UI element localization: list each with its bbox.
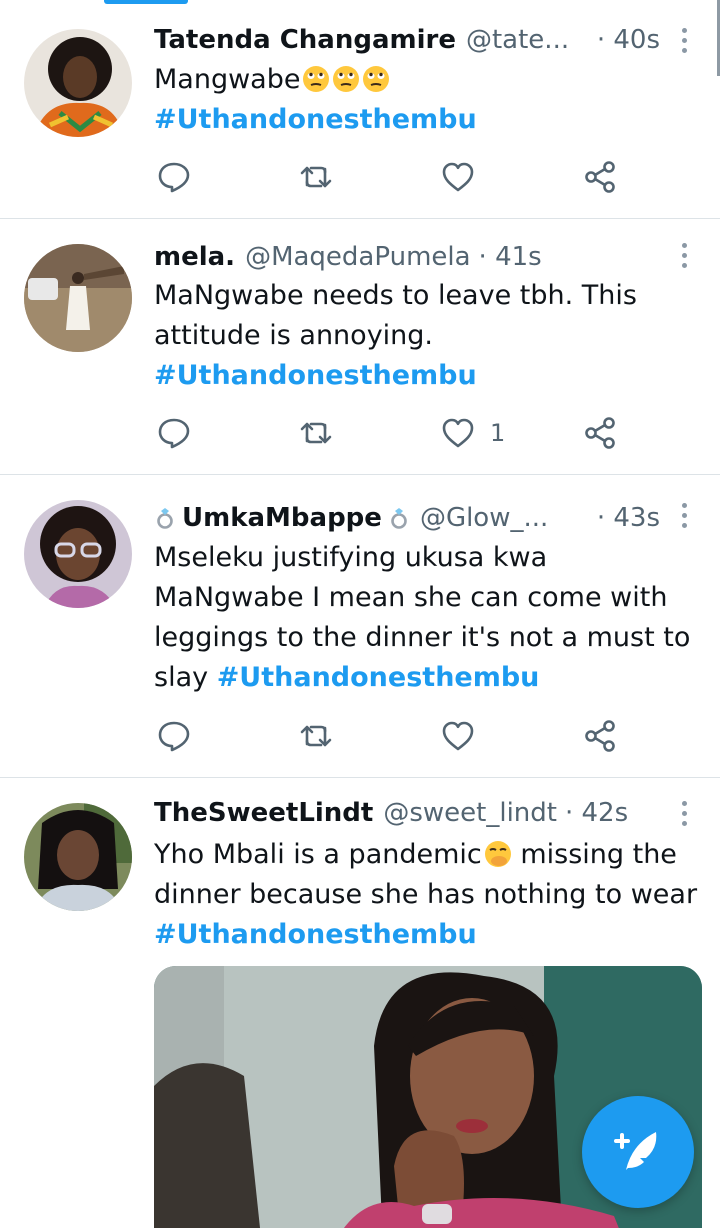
tweet-header: TheSweetLindt @sweet_lindt · 42s [154, 795, 628, 831]
retweet-icon [300, 166, 332, 188]
tweet-actions [0, 718, 720, 758]
user-handle[interactable]: @tate... [466, 25, 569, 55]
avatar[interactable] [24, 803, 132, 911]
user-handle[interactable]: @MaqedaPumela [245, 242, 470, 272]
more-options-icon[interactable] [672, 497, 696, 533]
tweet-2[interactable]: mela. @MaqedaPumela · 41s MaNgwabe needs… [0, 219, 720, 475]
tweet-text: Mseleku justifying ukusa kwa MaNgwabe I … [154, 538, 699, 698]
like-count: 1 [490, 419, 506, 447]
retweet-icon [300, 725, 332, 747]
face-with-hand-over-mouth-emoji-icon [484, 841, 511, 867]
hashtag-link[interactable]: #Uthandonesthembu [154, 104, 477, 135]
avatar[interactable] [24, 29, 132, 137]
tweet-timestamp[interactable]: · 42s [565, 798, 628, 828]
reply-button[interactable] [156, 415, 192, 451]
user-handle[interactable]: @sweet_lindt [383, 798, 557, 828]
hashtag-link[interactable]: #Uthandonesthembu [217, 662, 540, 693]
tweet-text-content: Mangwabe [154, 64, 301, 95]
display-name[interactable]: mela. [154, 242, 235, 272]
face-with-rolling-eyes-emoji-icon [363, 66, 390, 92]
display-name[interactable]: TheSweetLindt [154, 798, 373, 828]
tweet-text: Yho Mbali is a pandemic missing the dinn… [154, 835, 699, 955]
like-button[interactable] [440, 718, 490, 754]
ring-emoji-icon [157, 508, 173, 529]
share-icon [585, 161, 615, 193]
ring-emoji-icon [391, 508, 407, 529]
avatar[interactable] [24, 244, 132, 352]
share-button[interactable] [582, 718, 618, 754]
face-with-rolling-eyes-emoji-icon [333, 66, 360, 92]
more-options-icon[interactable] [672, 22, 696, 58]
retweet-button[interactable] [298, 415, 334, 451]
tweet-text-content: MaNgwabe needs to leave tbh. This attitu… [154, 280, 637, 351]
speech-bubble-icon [158, 418, 190, 449]
hashtag-link[interactable]: #Uthandonesthembu [154, 360, 477, 391]
tweet-actions [0, 159, 720, 199]
share-button[interactable] [582, 159, 618, 195]
compose-tweet-button[interactable] [582, 1096, 694, 1208]
heart-icon [442, 418, 474, 448]
feather-plus-icon [614, 1132, 657, 1170]
tweet-header: UmkaMbappe @Glow_... [154, 500, 548, 536]
tweet-3[interactable]: UmkaMbappe @Glow_... · 43s Mseleku justi… [0, 475, 720, 778]
heart-icon [442, 721, 474, 751]
more-options-icon[interactable] [672, 237, 696, 273]
share-icon [585, 720, 615, 752]
tweet-timestamp[interactable]: · 41s [479, 242, 542, 272]
tweet-1[interactable]: Tatenda Changamire @tate... · 40s Mangwa… [0, 0, 720, 219]
tweet-text: MaNgwabe needs to leave tbh. This attitu… [154, 276, 699, 396]
tweet-header: mela. @MaqedaPumela · 41s [154, 239, 542, 275]
reply-button[interactable] [156, 159, 192, 195]
retweet-button[interactable] [298, 159, 334, 195]
hashtag-link[interactable]: #Uthandonesthembu [154, 919, 477, 950]
tweet-text: Mangwabe #Uthandonesthembu [154, 60, 699, 140]
speech-bubble-icon [158, 162, 190, 193]
tweet-timestamp[interactable]: · 43s [597, 500, 660, 536]
share-button[interactable] [582, 415, 618, 451]
share-icon [585, 417, 615, 449]
tweet-text-content-start: Yho Mbali is a pandemic [154, 839, 482, 870]
face-with-rolling-eyes-emoji-icon [303, 66, 330, 92]
tweet-actions: 1 [0, 415, 720, 455]
reply-button[interactable] [156, 718, 192, 754]
display-name[interactable]: UmkaMbappe [182, 503, 382, 533]
avatar[interactable] [24, 500, 132, 608]
tweet-timestamp[interactable]: · 40s [597, 22, 660, 58]
speech-bubble-icon [158, 721, 190, 752]
like-button[interactable] [440, 159, 490, 195]
display-name[interactable]: Tatenda Changamire [154, 25, 456, 55]
user-handle[interactable]: @Glow_... [420, 503, 548, 533]
tweet-header: Tatenda Changamire @tate... [154, 22, 569, 58]
retweet-button[interactable] [298, 718, 334, 754]
like-button[interactable]: 1 [440, 415, 505, 451]
heart-icon [442, 162, 474, 192]
more-options-icon[interactable] [672, 795, 696, 831]
retweet-icon [300, 422, 332, 444]
